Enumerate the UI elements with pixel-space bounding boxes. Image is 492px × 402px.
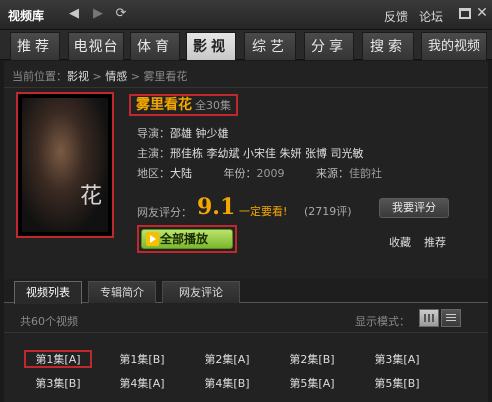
episode-item[interactable]: 第2集[A] — [193, 352, 261, 370]
director-row: 导演：邵雄 钟少雄 — [137, 125, 229, 141]
show-title: 雾里看花 — [136, 97, 192, 113]
divider — [4, 332, 488, 333]
episode-item[interactable]: 第4集[A] — [108, 376, 176, 394]
rating-count: (2719评) — [304, 205, 352, 218]
tab-tv[interactable]: 电视台 — [68, 32, 124, 60]
app-title: 视频库 — [8, 9, 45, 23]
episode-item[interactable]: 第5集[A] — [278, 376, 346, 394]
tab-sports[interactable]: 体育 — [130, 32, 180, 60]
cast-row: 主演：邢佳栋 李幼斌 小宋佳 朱妍 张博 司光敏 — [137, 145, 363, 161]
title-bar: 视频库 ◀ ▶ ⟳ 反馈 论坛 ✕ — [0, 0, 492, 30]
list-view-icon[interactable] — [441, 309, 461, 327]
grid-view-icon[interactable] — [419, 309, 439, 327]
episode-item[interactable]: 第4集[B] — [193, 376, 261, 394]
cast-label: 主演： — [137, 147, 170, 160]
forward-icon[interactable]: ▶ — [90, 6, 106, 21]
close-icon[interactable]: ✕ — [476, 5, 488, 21]
tab-recommend[interactable]: 推荐 — [10, 32, 60, 60]
poster-title-art: 花 — [79, 184, 102, 209]
cast-names[interactable]: 邢佳栋 李幼斌 小宋佳 朱妍 张博 司光敏 — [170, 147, 363, 160]
breadcrumb-emotion[interactable]: 情感 — [105, 70, 127, 83]
region-label: 地区： — [137, 167, 170, 180]
recommend-link[interactable]: 推荐 — [424, 234, 446, 250]
episode-item[interactable]: 第3集[A] — [363, 352, 431, 370]
rating-score: 9.1 — [197, 194, 236, 220]
year-label: 年份： — [223, 167, 257, 180]
poster-image — [22, 98, 108, 232]
poster[interactable]: 花 — [16, 92, 114, 238]
tab-variety[interactable]: 综艺 — [244, 32, 296, 60]
director-names[interactable]: 邵雄 钟少雄 — [170, 127, 229, 140]
maximize-icon[interactable] — [459, 8, 471, 19]
meta-row: 地区：大陆 年份：2009 来源：佳韵社 — [137, 165, 382, 181]
source-label: 来源： — [316, 167, 349, 180]
source-value: 佳韵社 — [349, 167, 382, 180]
display-mode-label: 显示模式： — [355, 315, 410, 328]
tab-search[interactable]: 搜索 — [362, 32, 414, 60]
tab-my-videos[interactable]: 我的视频 — [421, 32, 487, 60]
content-panel: 当前位置：影视 > 情感 > 雾里看花 花 雾里看花 全30集 导演：邵雄 钟少雄… — [4, 61, 488, 402]
rating-label: 网友评分： — [137, 206, 192, 219]
episode-item[interactable]: 第2集[B] — [278, 352, 346, 370]
feedback-link[interactable]: 反馈 — [384, 8, 408, 25]
breadcrumb-current: 雾里看花 — [143, 70, 188, 83]
tab-user-comments[interactable]: 网友评论 — [162, 281, 240, 303]
breadcrumb-label: 当前位置： — [12, 70, 67, 83]
main-nav: 推荐 电视台 体育 影视 综艺 分享 搜索 我的视频 — [0, 30, 492, 60]
episode-count: 全30集 — [195, 99, 231, 112]
back-icon[interactable]: ◀ — [66, 6, 82, 21]
play-icon — [146, 232, 159, 246]
divider — [4, 87, 488, 88]
director-label: 导演： — [137, 127, 170, 140]
tab-album-intro[interactable]: 专辑简介 — [88, 281, 156, 303]
forum-link[interactable]: 论坛 — [419, 8, 443, 25]
play-highlight: 全部播放 — [137, 225, 237, 253]
title-highlight: 雾里看花 全30集 — [129, 94, 238, 116]
refresh-icon[interactable]: ⟳ — [113, 6, 129, 21]
tab-video-list[interactable]: 视频列表 — [14, 281, 82, 304]
tab-share[interactable]: 分享 — [304, 32, 354, 60]
tab-movies[interactable]: 影视 — [186, 32, 236, 60]
breadcrumb: 当前位置：影视 > 情感 > 雾里看花 — [12, 68, 187, 84]
breadcrumb-movies[interactable]: 影视 — [67, 70, 89, 83]
rate-button[interactable]: 我要评分 — [379, 198, 449, 218]
breadcrumb-separator: > — [127, 70, 144, 83]
rating-comment: 一定要看! — [239, 205, 288, 218]
region-value: 大陆 — [170, 167, 192, 180]
episode-item[interactable]: 第1集[B] — [108, 352, 176, 370]
subtabs-bar: 视频列表 专辑简介 网友评论 — [4, 279, 488, 304]
collect-link[interactable]: 收藏 — [389, 234, 411, 250]
breadcrumb-separator: > — [89, 70, 106, 83]
episode-item[interactable]: 第5集[B] — [363, 376, 431, 394]
year-value: 2009 — [256, 167, 285, 180]
video-total: 共60个视频 — [20, 315, 78, 328]
episode-item[interactable]: 第3集[B] — [24, 376, 92, 394]
play-all-label: 全部播放 — [160, 232, 209, 246]
play-all-button[interactable]: 全部播放 — [141, 229, 233, 249]
episode-item[interactable]: 第1集[A] — [24, 350, 92, 368]
